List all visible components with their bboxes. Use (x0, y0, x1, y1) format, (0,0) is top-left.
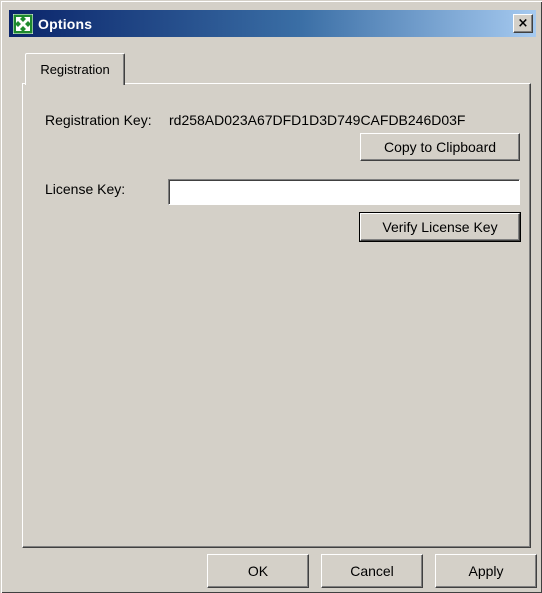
license-key-input[interactable] (168, 179, 520, 205)
registration-key-label: Registration Key: (45, 112, 152, 128)
title-bar[interactable]: Options × (9, 10, 536, 37)
ok-button[interactable]: OK (207, 554, 309, 588)
tab-registration[interactable]: Registration (25, 53, 125, 85)
window-title: Options (38, 15, 93, 32)
license-key-label: License Key: (45, 181, 126, 197)
options-dialog: Options × Registration Registration Key:… (0, 0, 542, 593)
close-button[interactable]: × (513, 14, 533, 33)
registration-panel: Registration Key: rd258AD023A67DFD1D3D74… (22, 83, 531, 548)
app-icon (13, 13, 33, 34)
tab-registration-label: Registration (40, 62, 110, 77)
close-icon: × (517, 16, 529, 31)
copy-to-clipboard-button[interactable]: Copy to Clipboard (360, 133, 520, 161)
cancel-button[interactable]: Cancel (321, 554, 423, 588)
apply-button[interactable]: Apply (435, 554, 537, 588)
registration-key-value: rd258AD023A67DFD1D3D749CAFDB246D03F (169, 112, 466, 128)
verify-license-key-button[interactable]: Verify License Key (359, 212, 521, 242)
